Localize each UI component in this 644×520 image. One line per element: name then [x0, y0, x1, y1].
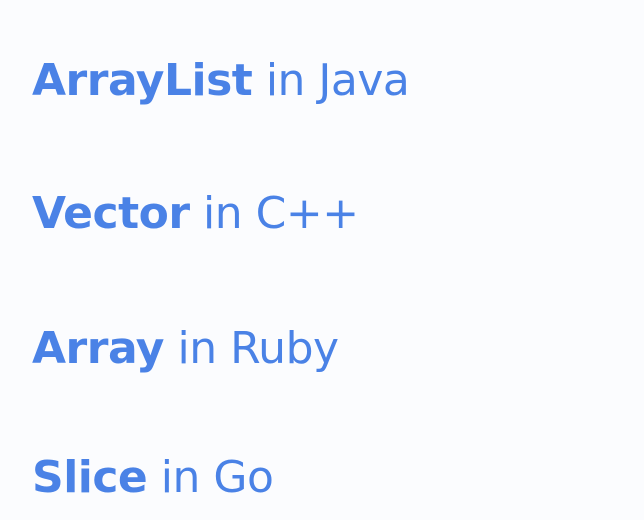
- language-label: in Java: [265, 55, 410, 106]
- language-label: in Go: [160, 452, 274, 503]
- language-label: in C++: [203, 188, 359, 239]
- line-arraylist-java: ArrayList in Java: [32, 59, 410, 103]
- line-slice-go: Slice in Go: [32, 456, 274, 500]
- data-structure-name: ArrayList: [32, 55, 253, 106]
- line-vector-cpp: Vector in C++: [32, 192, 359, 236]
- data-structure-name: Array: [32, 323, 164, 374]
- line-array-ruby: Array in Ruby: [32, 327, 339, 371]
- language-label: in Ruby: [177, 323, 339, 374]
- slide: ArrayList in Java Vector in C++ Array in…: [0, 0, 644, 520]
- data-structure-name: Vector: [32, 188, 190, 239]
- data-structure-name: Slice: [32, 452, 148, 503]
